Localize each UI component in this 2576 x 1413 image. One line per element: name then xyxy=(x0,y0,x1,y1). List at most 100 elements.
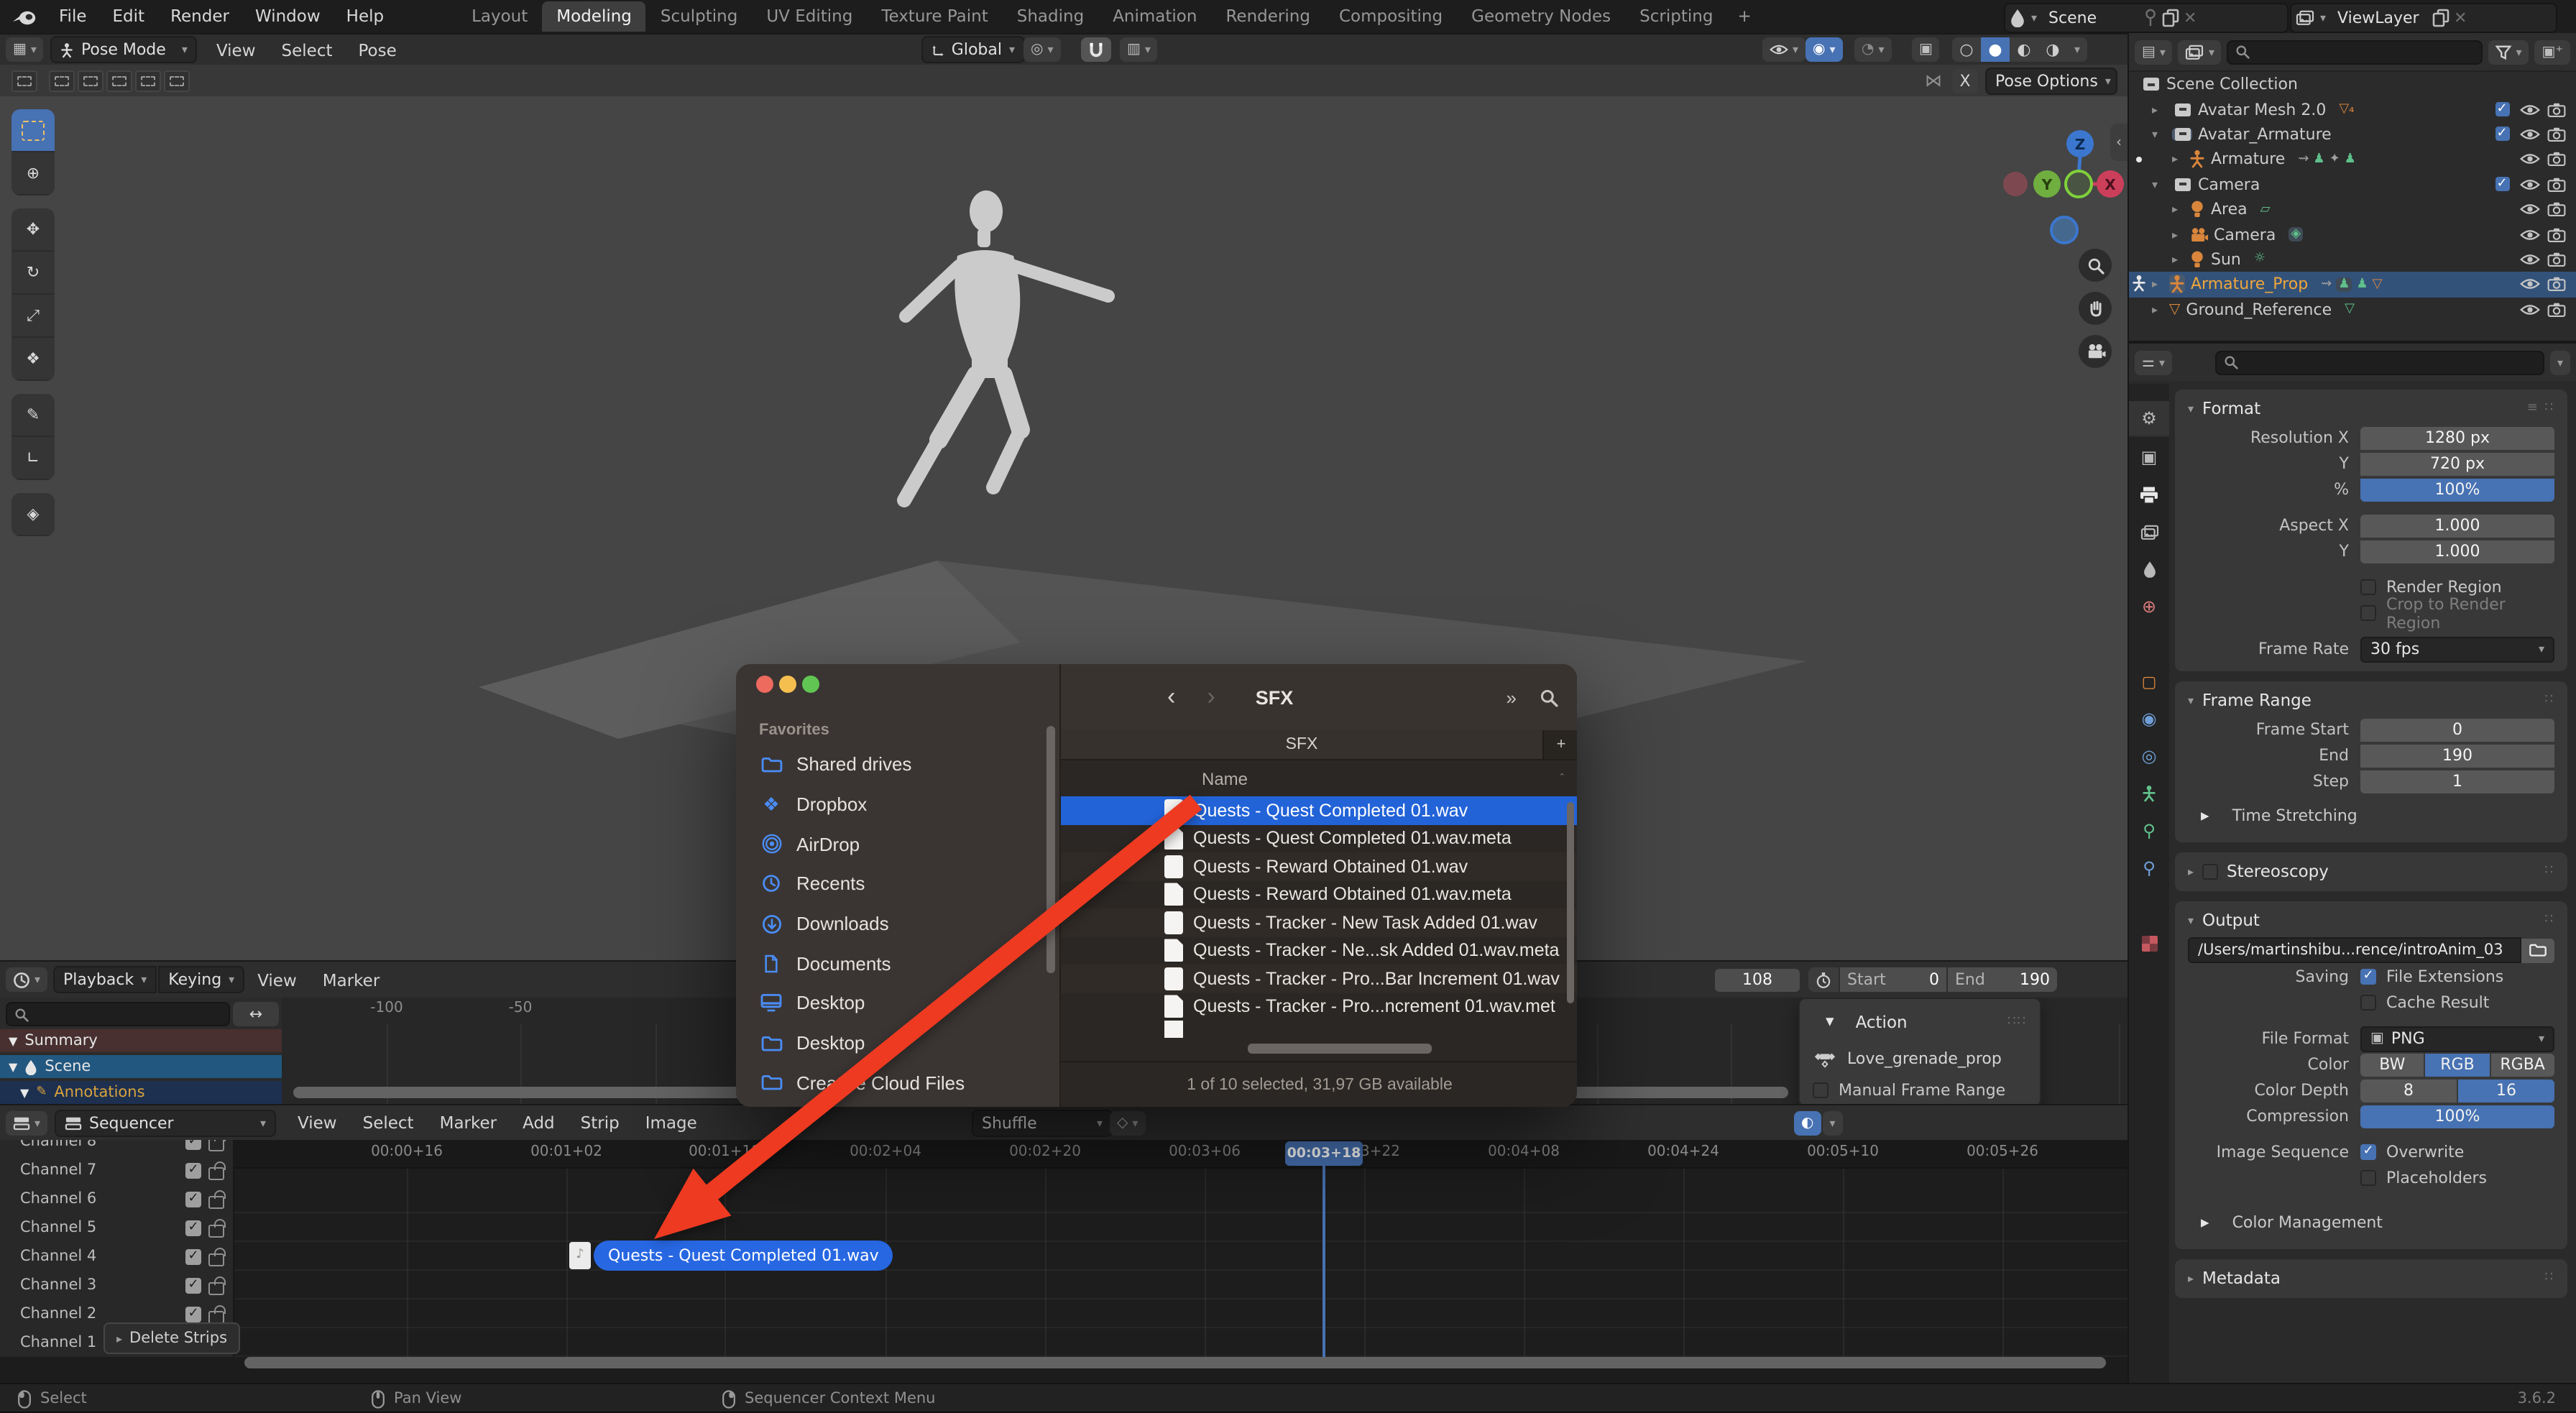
expand-icon[interactable]: ▸ xyxy=(2152,103,2169,116)
rotate-tool[interactable]: ↻ xyxy=(12,252,55,295)
frame-end-field[interactable]: End 190 xyxy=(1948,967,2057,992)
sidebar-collapse-tab[interactable]: ‹ xyxy=(2110,124,2128,161)
sidebar-item[interactable]: Creative Cloud Files xyxy=(736,1063,1059,1103)
expand-icon[interactable]: ▾ xyxy=(2152,128,2169,141)
expand-icon[interactable]: ▸ xyxy=(2172,203,2189,216)
sidebar-item[interactable]: AirDrop xyxy=(736,824,1059,864)
properties-editor-type-button[interactable]: ⚌ ▾ xyxy=(2135,350,2172,374)
channel-mute-checkbox[interactable] xyxy=(185,1191,201,1207)
transform-tool[interactable]: ❖ xyxy=(12,338,55,381)
outliner-editor-type-button[interactable]: ▤ ▾ xyxy=(2135,40,2173,64)
editor-type-button[interactable]: ▦ ▾ xyxy=(6,37,44,62)
stereoscopy-checkbox[interactable] xyxy=(2202,863,2219,879)
workspace-tab[interactable]: Scripting xyxy=(1625,1,1727,32)
move-tool[interactable]: ✥ xyxy=(12,208,55,252)
audio-strip-label[interactable]: Quests - Quest Completed 01.wav xyxy=(594,1241,893,1271)
sequencer-ruler[interactable] xyxy=(233,1140,2128,1169)
expand-icon[interactable]: ▸ xyxy=(2152,303,2169,316)
depth-16-option[interactable]: 16 xyxy=(2458,1079,2554,1102)
sequencer-menu[interactable]: Image xyxy=(632,1113,710,1133)
sidebar-item[interactable]: Recents xyxy=(736,864,1059,903)
proportional-edit-button[interactable]: ◉ ▾ xyxy=(1806,37,1843,62)
list-column-header[interactable]: Name ˆ xyxy=(1061,759,1577,798)
expand-icon[interactable]: ▸ xyxy=(2188,1207,2222,1238)
audio-strip[interactable]: ♪ Quests - Quest Completed 01.wav xyxy=(569,1241,893,1271)
expand-icon[interactable]: ▸ xyxy=(2172,153,2189,166)
render-camera-toggle[interactable] xyxy=(2547,177,2566,193)
properties-tab[interactable]: ▢ xyxy=(2129,664,2169,699)
sidebar-scrollbar[interactable] xyxy=(1046,726,1055,973)
channel-lock-icon[interactable] xyxy=(208,1189,226,1208)
render-camera-toggle[interactable] xyxy=(2547,277,2566,293)
workspace-tab[interactable]: Texture Paint xyxy=(867,1,1002,32)
workspace-tab[interactable]: Animation xyxy=(1098,1,1211,32)
color-rgb-option[interactable]: RGB xyxy=(2425,1053,2490,1076)
mirror-x-button[interactable]: X xyxy=(1952,68,1978,93)
overwrite-checkbox[interactable] xyxy=(2360,1144,2376,1160)
hide-eye-toggle[interactable] xyxy=(2519,228,2539,241)
render-camera-toggle[interactable] xyxy=(2547,301,2566,317)
expand-icon[interactable]: ▾ xyxy=(2152,178,2169,191)
cursor-tool[interactable]: ⊕ xyxy=(12,152,55,195)
overlap-mode-selector[interactable]: Shuffle ▾ xyxy=(972,1109,1113,1136)
properties-tab[interactable] xyxy=(2129,926,2169,960)
finder-window[interactable]: Favorites Shared drives ❖ Dropbox AirDro… xyxy=(736,664,1577,1107)
resolution-percent-slider[interactable]: 100% xyxy=(2360,478,2554,501)
new-tab-button[interactable]: + xyxy=(1544,730,1577,759)
hide-eye-toggle[interactable] xyxy=(2519,128,2539,141)
properties-tab[interactable] xyxy=(2129,888,2169,923)
workspace-tab[interactable]: Compositing xyxy=(1325,1,1457,32)
resolution-x-field[interactable]: 1280 px xyxy=(2360,426,2554,449)
action-name[interactable]: Love_grenade_prop xyxy=(1847,1049,2002,1068)
file-row[interactable]: Quests - Quest Completed 01.wav xyxy=(1061,796,1577,824)
file-row[interactable]: Quests - Reward Obtained 01.wav xyxy=(1061,852,1577,880)
orientation-selector[interactable]: Global ▾ xyxy=(921,36,1025,63)
workspace-tab[interactable]: Geometry Nodes xyxy=(1457,1,1625,32)
sequencer-menu[interactable]: Select xyxy=(350,1113,427,1133)
sequencer-channel-row[interactable]: Channel 4 xyxy=(0,1242,233,1271)
workspace-tab[interactable]: Layout xyxy=(457,1,542,32)
hide-eye-toggle[interactable] xyxy=(2519,153,2539,166)
properties-tab[interactable]: ⚲ xyxy=(2129,851,2169,885)
properties-tab[interactable] xyxy=(2129,776,2169,811)
resolution-y-field[interactable]: 720 px xyxy=(2360,452,2554,475)
sidebar-item[interactable]: ❖ Dropbox xyxy=(736,784,1059,824)
file-row[interactable]: Quests - Tracker - Pro...ncrement 01.wav… xyxy=(1061,993,1577,1021)
sidebar-item[interactable]: Desktop xyxy=(736,983,1059,1023)
properties-tab[interactable]: ◉ xyxy=(2129,701,2169,736)
render-camera-toggle[interactable] xyxy=(2547,201,2566,217)
zoom-button[interactable] xyxy=(2079,249,2112,282)
wireframe-shading-button[interactable]: ○ xyxy=(1952,37,1981,62)
playhead-line[interactable] xyxy=(1322,1164,1325,1357)
channel-lock-icon[interactable] xyxy=(208,1140,226,1151)
viewport-menu[interactable]: Pose xyxy=(346,40,410,60)
current-frame-field[interactable]: 108 xyxy=(1715,968,1800,991)
sequencer-menu[interactable]: Marker xyxy=(427,1113,510,1133)
browse-folder-button[interactable] xyxy=(2521,938,2554,962)
channel-lock-icon[interactable] xyxy=(208,1161,226,1179)
solid-shading-button[interactable]: ● xyxy=(1981,37,2010,62)
sequencer-tracks[interactable] xyxy=(233,1167,2128,1357)
render-camera-toggle[interactable] xyxy=(2547,252,2566,267)
expand-icon[interactable]: ▸ xyxy=(2152,278,2169,291)
viewport-menu[interactable]: Select xyxy=(269,40,346,60)
hide-eye-toggle[interactable] xyxy=(2519,278,2539,291)
properties-tab[interactable]: ⚙ xyxy=(2129,401,2169,437)
scale-tool[interactable]: ⤢ xyxy=(12,295,55,338)
menubar-item[interactable]: Help xyxy=(334,0,397,33)
search-icon[interactable] xyxy=(1540,688,1558,706)
outliner-filter-button[interactable]: ▾ xyxy=(2488,40,2529,64)
workspace-tab[interactable]: Sculpting xyxy=(646,1,752,32)
sequencer-menu[interactable]: Strip xyxy=(568,1113,632,1133)
select-box-tool[interactable] xyxy=(12,109,55,152)
more-toolbar-button[interactable]: » xyxy=(1506,686,1517,708)
expand-icon[interactable]: ▼ xyxy=(9,1034,17,1047)
channel-lock-icon[interactable] xyxy=(208,1247,226,1266)
workspace-tab[interactable]: UV Editing xyxy=(752,1,867,32)
render-preview-toggle[interactable]: ▣ xyxy=(1912,37,1940,62)
aspect-x-field[interactable]: 1.000 xyxy=(2360,514,2554,537)
sequencer-channel-row[interactable]: Channel 6 xyxy=(0,1184,233,1213)
crop-region-checkbox[interactable] xyxy=(2360,605,2376,621)
expand-icon[interactable]: ▸ xyxy=(2188,801,2222,831)
properties-tab[interactable] xyxy=(2129,477,2169,512)
